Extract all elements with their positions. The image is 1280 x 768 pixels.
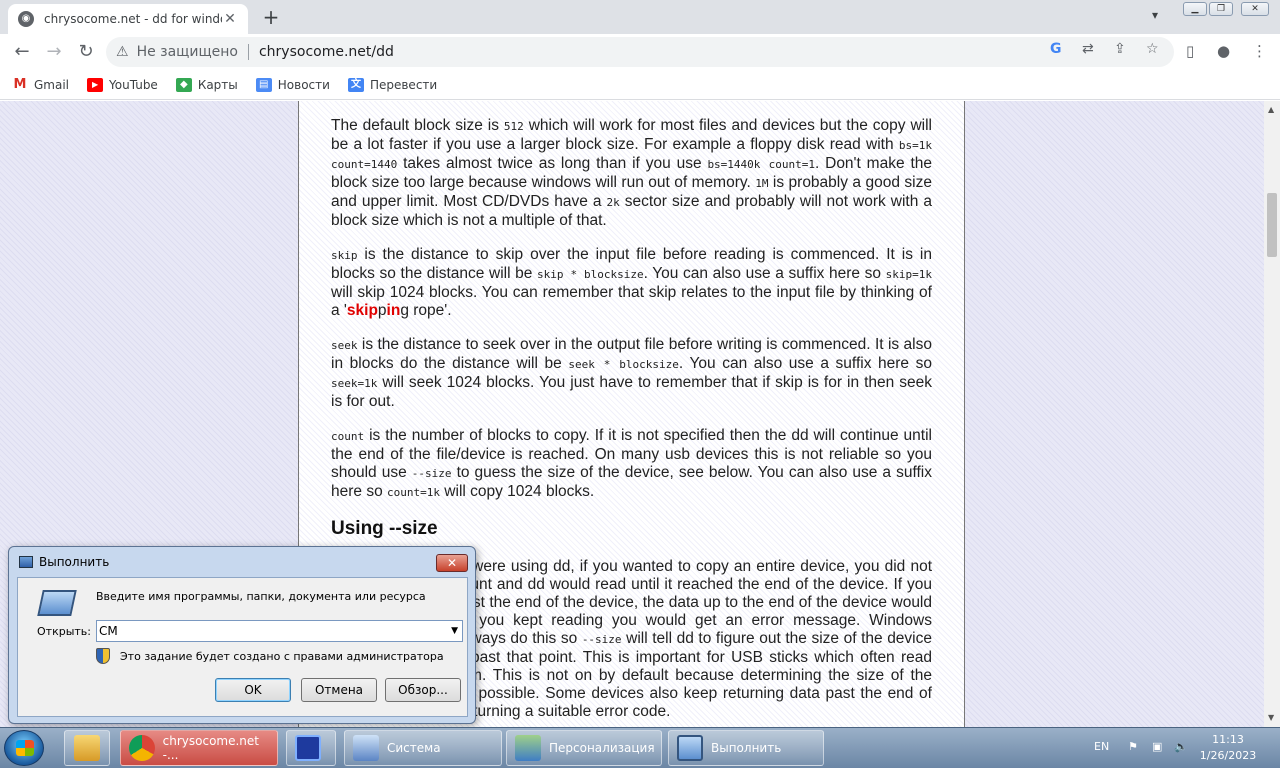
paragraph-block-size: The default block size is 512 which will… bbox=[331, 117, 932, 229]
dialog-body: Введите имя программы, папки, документа … bbox=[17, 577, 468, 717]
taskbar-label: Персонализация bbox=[549, 741, 655, 755]
maximize-button[interactable]: ❐ bbox=[1209, 2, 1233, 16]
window-close-button[interactable]: ✕ bbox=[1241, 2, 1269, 16]
tab-strip: ◉ chrysocome.net - dd for windows ✕ + ▾ … bbox=[0, 0, 1280, 34]
scroll-down-icon[interactable]: ▼ bbox=[1268, 713, 1274, 722]
share-icon[interactable]: ⇪ bbox=[1114, 41, 1126, 57]
paragraph-count: count is the number of blocks to copy. I… bbox=[331, 427, 932, 500]
bookmark-gmail[interactable]: M Gmail bbox=[12, 76, 70, 92]
volume-icon[interactable]: 🔈 bbox=[1174, 740, 1188, 753]
forward-button[interactable]: → bbox=[42, 40, 66, 64]
bookmark-star-icon[interactable]: ☆ bbox=[1146, 41, 1159, 57]
run-icon bbox=[677, 735, 703, 761]
translate-icon[interactable]: ⇄ bbox=[1082, 41, 1094, 57]
bookmark-label: YouTube bbox=[109, 77, 158, 92]
taskbar-label: Выполнить bbox=[711, 741, 782, 755]
taskbar-network-app[interactable] bbox=[286, 730, 336, 766]
admin-note: Это задание будет создано с правами адми… bbox=[120, 650, 444, 663]
taskbar-personalization[interactable]: Персонализация bbox=[506, 730, 662, 766]
gmail-icon: M bbox=[13, 76, 27, 92]
system-clock[interactable]: 11:13 1/26/2023 bbox=[1198, 732, 1258, 764]
system-icon bbox=[353, 735, 379, 761]
minimize-button[interactable]: ▁ bbox=[1183, 2, 1207, 16]
dialog-title-bar[interactable]: Выполнить bbox=[19, 555, 109, 569]
run-program-icon bbox=[37, 590, 77, 616]
section-heading: Using --size bbox=[331, 518, 438, 539]
paragraph-seek: seek is the distance to seek over in the… bbox=[331, 336, 932, 410]
scroll-up-icon[interactable]: ▲ bbox=[1268, 105, 1274, 114]
bookmark-label: Перевести bbox=[369, 77, 438, 92]
bookmark-label: Карты bbox=[197, 77, 238, 92]
taskbar-label: chrysocome.net -... bbox=[162, 734, 259, 762]
dialog-title: Выполнить bbox=[39, 555, 110, 569]
translate-icon: 文 bbox=[347, 77, 364, 92]
start-button[interactable] bbox=[4, 730, 44, 766]
bookmark-translate[interactable]: 文 Перевести bbox=[347, 77, 438, 92]
profile-icon[interactable]: ● bbox=[1217, 42, 1230, 60]
browser-tab[interactable]: ◉ chrysocome.net - dd for windows ✕ bbox=[8, 4, 248, 34]
taskbar-explorer[interactable] bbox=[64, 730, 110, 766]
chrome-icon bbox=[129, 735, 155, 761]
taskbar-system[interactable]: Система bbox=[344, 730, 502, 766]
scroll-thumb[interactable] bbox=[1267, 193, 1277, 257]
globe-icon: ◉ bbox=[18, 11, 34, 27]
maps-icon: ◆ bbox=[175, 77, 192, 92]
side-panel-icon[interactable]: ▯ bbox=[1186, 42, 1194, 60]
address-bar[interactable]: ⚠ Не защищено chrysocome.net/dd bbox=[106, 37, 1174, 67]
network-icon[interactable]: ▣ bbox=[1152, 740, 1162, 753]
clock-time: 11:13 bbox=[1212, 733, 1244, 746]
close-tab-icon[interactable]: ✕ bbox=[222, 11, 238, 27]
reload-button[interactable]: ↻ bbox=[74, 40, 98, 64]
personalization-icon bbox=[515, 735, 541, 761]
dropdown-arrow-icon[interactable]: ▼ bbox=[451, 623, 458, 639]
open-input[interactable] bbox=[99, 623, 439, 639]
clock-date: 1/26/2023 bbox=[1199, 749, 1257, 762]
dialog-close-button[interactable]: ✕ bbox=[436, 554, 468, 572]
uac-shield-icon bbox=[96, 648, 110, 664]
url-text[interactable]: chrysocome.net/dd bbox=[259, 44, 394, 60]
language-indicator[interactable]: EN bbox=[1094, 740, 1109, 753]
new-tab-button[interactable]: + bbox=[260, 6, 282, 28]
warning-icon[interactable]: ⚠ bbox=[116, 44, 129, 60]
taskbar: chrysocome.net -... Система Персонализац… bbox=[0, 727, 1280, 768]
open-combobox[interactable]: ▼ bbox=[96, 620, 463, 642]
taskbar-label: Система bbox=[387, 741, 441, 755]
bookmark-label: Gmail bbox=[34, 77, 70, 92]
open-label: Открыть: bbox=[37, 625, 91, 638]
news-icon: ▤ bbox=[255, 77, 272, 92]
bookmark-news[interactable]: ▤ Новости bbox=[255, 77, 330, 92]
action-center-icon[interactable]: ⚑ bbox=[1128, 740, 1138, 753]
vertical-scrollbar[interactable]: ▲ ▼ bbox=[1264, 101, 1280, 727]
windows-logo-icon bbox=[16, 740, 34, 756]
google-icon[interactable]: G bbox=[1050, 41, 1062, 57]
bookmark-maps[interactable]: ◆ Карты bbox=[175, 77, 238, 92]
security-label[interactable]: Не защищено bbox=[137, 44, 238, 60]
network-app-icon bbox=[295, 735, 321, 761]
tab-title: chrysocome.net - dd for windows bbox=[44, 12, 222, 26]
bookmark-label: Новости bbox=[277, 77, 330, 92]
taskbar-chrome[interactable]: chrysocome.net -... bbox=[120, 730, 278, 766]
bookmark-youtube[interactable]: ▶ YouTube bbox=[87, 77, 158, 92]
dialog-description: Введите имя программы, папки, документа … bbox=[96, 590, 426, 603]
folder-icon bbox=[74, 735, 100, 761]
browser-toolbar: ← → ↻ ⚠ Не защищено chrysocome.net/dd G … bbox=[0, 34, 1280, 70]
cancel-button[interactable]: Отмена bbox=[301, 678, 377, 702]
tab-search-chevron-icon[interactable]: ▾ bbox=[1152, 8, 1158, 22]
taskbar-run[interactable]: Выполнить bbox=[668, 730, 824, 766]
youtube-icon: ▶ bbox=[87, 77, 104, 92]
bookmarks-bar: M Gmail ▶ YouTube ◆ Карты ▤ Новости 文 Пе… bbox=[0, 70, 1280, 100]
paragraph-skip: skip is the distance to skip over the in… bbox=[331, 246, 932, 319]
ok-button[interactable]: OK bbox=[215, 678, 291, 702]
run-dialog: Выполнить ✕ Введите имя программы, папки… bbox=[8, 546, 476, 724]
divider bbox=[247, 44, 249, 60]
menu-icon[interactable]: ⋮ bbox=[1252, 42, 1267, 60]
browse-button[interactable]: Обзор... bbox=[385, 678, 461, 702]
back-button[interactable]: ← bbox=[10, 40, 34, 64]
run-icon bbox=[19, 556, 33, 568]
